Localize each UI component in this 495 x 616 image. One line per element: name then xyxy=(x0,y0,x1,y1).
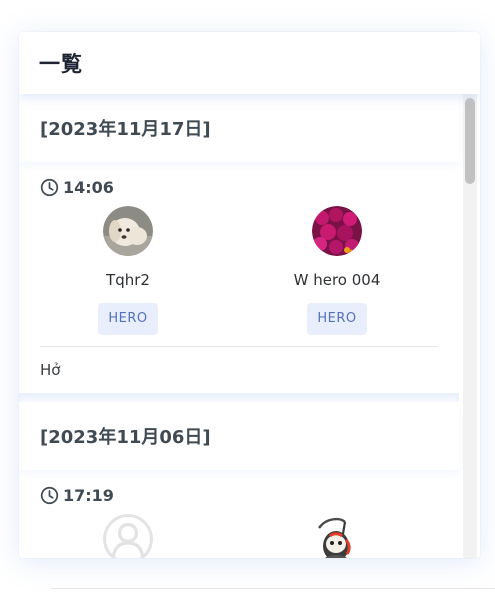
date-header: [2023年11月17日] xyxy=(19,94,459,162)
player-card[interactable] xyxy=(237,514,437,558)
role-badge: HERO xyxy=(98,303,158,335)
avatar[interactable] xyxy=(103,206,153,256)
divider xyxy=(51,588,495,589)
player-card[interactable] xyxy=(19,514,237,558)
page-title: 一覧 xyxy=(39,52,83,76)
scrollbar[interactable] xyxy=(463,94,477,558)
entry-list-content: [2023年11月17日] 14:06 Tqhr2 HERO W hero 00… xyxy=(19,94,459,558)
panel-header: 一覧 xyxy=(19,32,480,94)
list-panel: 一覧 [2023年11月17日] 14:06 Tqhr2 HERO W hero… xyxy=(19,32,480,558)
player-card[interactable]: W hero 004 HERO xyxy=(237,206,437,335)
clock-icon xyxy=(40,178,59,197)
scrollbar-thumb[interactable] xyxy=(465,98,475,184)
time-row: 17:19 xyxy=(19,470,459,514)
date-label: [2023年11月06日] xyxy=(40,427,211,448)
avatar[interactable] xyxy=(312,206,362,256)
page: 一覧 [2023年11月17日] 14:06 Tqhr2 HERO W hero… xyxy=(0,0,495,616)
player-name: Tqhr2 xyxy=(106,271,150,289)
players-row: Tqhr2 HERO W hero 004 HERO xyxy=(19,206,459,335)
role-badge: HERO xyxy=(307,303,367,335)
entry-separator xyxy=(19,393,459,402)
time-label: 14:06 xyxy=(63,177,114,197)
date-header: [2023年11月06日] xyxy=(19,402,459,470)
entry-message: Hở xyxy=(40,361,61,379)
entry-list[interactable]: [2023年11月17日] 14:06 Tqhr2 HERO W hero 00… xyxy=(19,94,480,558)
list-item[interactable]: [2023年11月06日] 17:19 xyxy=(19,402,459,558)
players-row xyxy=(19,514,459,558)
list-item[interactable]: [2023年11月17日] 14:06 Tqhr2 HERO W hero 00… xyxy=(19,94,459,393)
player-card[interactable]: Tqhr2 HERO xyxy=(19,206,237,335)
time-label: 17:19 xyxy=(63,485,114,505)
clock-icon xyxy=(40,486,59,505)
default-user-icon[interactable] xyxy=(103,514,153,558)
grim-reaper-avatar[interactable] xyxy=(312,514,362,558)
player-name: W hero 004 xyxy=(293,271,381,289)
time-row: 14:06 xyxy=(19,162,459,206)
date-label: [2023年11月17日] xyxy=(40,119,211,140)
